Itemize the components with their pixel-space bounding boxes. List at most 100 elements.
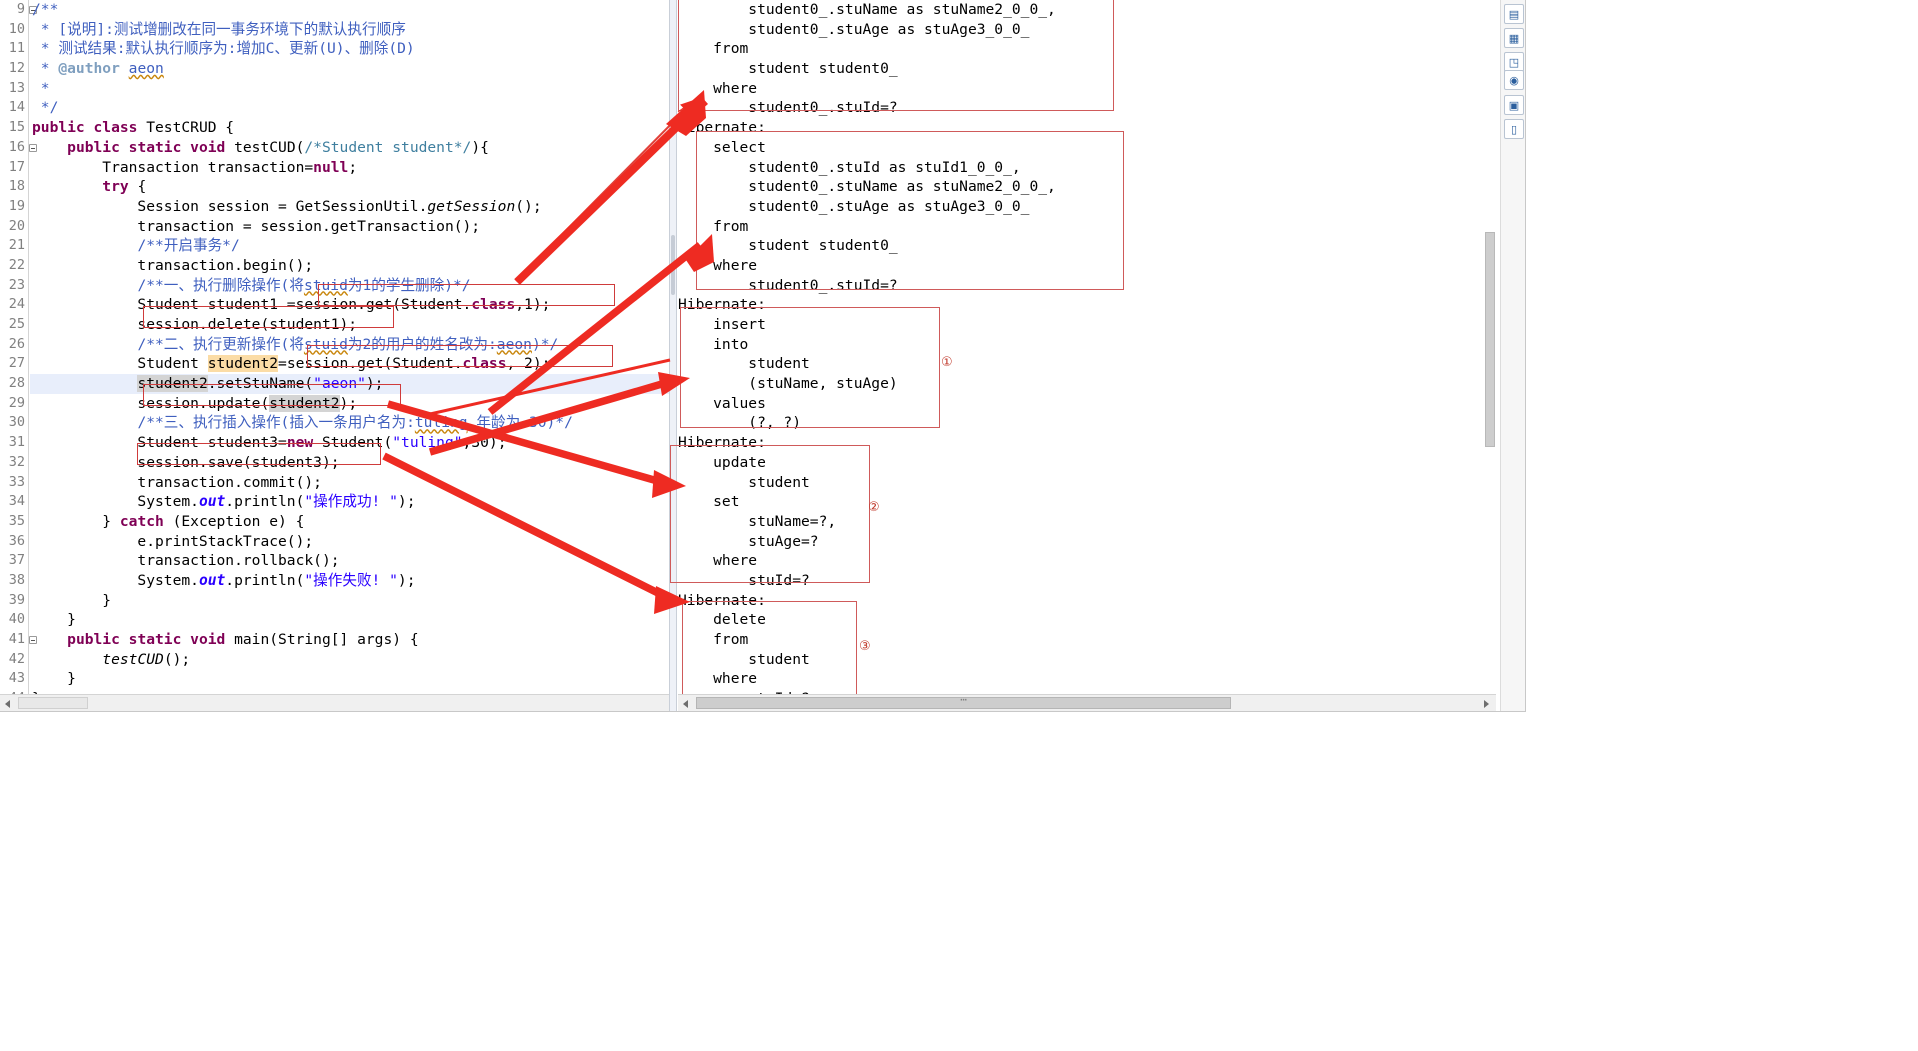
line-number: 11 <box>8 40 25 57</box>
code-line[interactable]: Student student2=session.get(Student.cla… <box>30 354 669 374</box>
console-line: from <box>678 40 749 58</box>
code-line[interactable]: session.update(student2); <box>30 394 669 414</box>
line-number: 36 <box>8 532 25 549</box>
console-line: student0_.stuId=? <box>678 99 898 117</box>
editor-horizontal-scrollbar[interactable] <box>0 694 669 711</box>
code-line[interactable]: transaction.commit(); <box>30 473 669 493</box>
tasklist-icon[interactable]: ▯ <box>1504 119 1524 139</box>
line-number: 42 <box>8 650 25 667</box>
code-line[interactable]: System.out.println("操作成功! "); <box>30 492 669 512</box>
code-line[interactable]: try { <box>30 177 669 197</box>
console-hibernate-header: Hibernate: <box>678 591 766 609</box>
code-line[interactable]: Session session = GetSessionUtil.getSess… <box>30 197 669 217</box>
code-line[interactable]: transaction.rollback(); <box>30 551 669 571</box>
hibernate-console-output[interactable]: student0_.stuName as stuName2_0_0_, stud… <box>678 0 1496 712</box>
perspective-glyph: ▤ <box>1508 7 1520 21</box>
console-vscroll-thumb[interactable] <box>1485 232 1495 447</box>
outline-icon[interactable]: ▦ <box>1504 28 1524 48</box>
console-line: student0_.stuId as stuId1_0_0_, <box>678 158 1021 176</box>
console-line: student <box>678 473 810 491</box>
code-line[interactable]: } <box>30 610 669 630</box>
console-line: student student0_ <box>678 60 898 78</box>
code-line[interactable]: session.save(student3); <box>30 453 669 473</box>
code-line[interactable]: /**二、执行更新操作(将stuid为2的用户的姓名改为:aeon)*/ <box>30 335 669 355</box>
console-line: where <box>678 552 758 570</box>
console-line: insert <box>678 316 766 333</box>
console-scroll-right-button[interactable] <box>1479 695 1496 711</box>
code-line[interactable]: */ <box>30 98 669 118</box>
code-line[interactable]: /**一、执行删除操作(将stuid为1的学生删除)*/ <box>30 276 669 296</box>
properties-glyph: ◉ <box>1509 73 1519 87</box>
console-line: stuName=?, <box>678 512 837 530</box>
line-number: 9 <box>0 0 37 20</box>
editor-scrollbar-thumb[interactable] <box>18 697 88 709</box>
code-line[interactable]: Student student1 =session.get(Student.cl… <box>30 295 669 315</box>
code-line[interactable]: testCUD(); <box>30 650 669 670</box>
line-number: 39 <box>8 591 25 608</box>
line-number: 22 <box>8 256 25 273</box>
line-number: 10 <box>8 20 25 37</box>
code-line[interactable]: e.printStackTrace(); <box>30 532 669 552</box>
code-line[interactable]: transaction = session.getTransaction(); <box>30 217 669 237</box>
code-line[interactable]: * @author aeon <box>30 59 669 79</box>
console-horizontal-scrollbar[interactable] <box>678 694 1496 711</box>
code-line[interactable]: student2.setStuName("aeon"); <box>30 374 669 394</box>
line-number: 17 <box>8 158 25 175</box>
line-number: 32 <box>8 453 25 470</box>
line-number: 30 <box>8 414 25 431</box>
code-line[interactable]: Transaction transaction=null; <box>30 158 669 178</box>
snippets-icon[interactable]: ◳ <box>1504 52 1524 72</box>
console-line: from <box>678 217 749 235</box>
code-line[interactable]: } <box>30 591 669 611</box>
line-number: 21 <box>8 237 25 254</box>
left-arrow-icon <box>5 700 10 708</box>
code-line[interactable]: * [说明]:测试增删改在同一事务环境下的默认执行顺序 <box>30 20 669 40</box>
console-scroll-left-button[interactable] <box>678 695 695 711</box>
console-hibernate-header: Hibernate: <box>678 296 766 314</box>
console-hscroll-thumb[interactable] <box>696 697 1231 709</box>
right-view-icon-strip[interactable]: ▤ ▦ ◳ ◉ ▣ ▯ <box>1500 0 1526 712</box>
line-number: 26 <box>8 335 25 352</box>
code-line[interactable]: public static void testCUD(/*Student stu… <box>30 138 669 158</box>
line-number: 20 <box>8 217 25 234</box>
code-line[interactable]: public class TestCRUD { <box>30 118 669 138</box>
code-line[interactable]: } catch (Exception e) { <box>30 512 669 532</box>
line-number: 28 <box>8 375 25 392</box>
properties-icon[interactable]: ◉ <box>1504 70 1524 90</box>
splitter-grip[interactable] <box>671 235 675 295</box>
line-number: 31 <box>8 434 25 451</box>
code-line[interactable]: session.delete(student1); <box>30 315 669 335</box>
line-number: 29 <box>8 394 25 411</box>
line-number: 37 <box>8 552 25 569</box>
console-line: stuAge=? <box>678 532 819 550</box>
tasklist-glyph: ▯ <box>1510 122 1518 136</box>
marker-insert: ① <box>941 355 953 370</box>
outline-glyph: ▦ <box>1508 31 1520 45</box>
code-line[interactable]: /** <box>30 0 669 20</box>
right-arrow-icon <box>1484 700 1489 708</box>
console-line: where <box>678 670 758 688</box>
code-line[interactable]: * <box>30 79 669 99</box>
line-number: 38 <box>8 571 25 588</box>
editor-console-splitter[interactable] <box>669 0 677 712</box>
perspective-icon[interactable]: ▤ <box>1504 4 1524 24</box>
console-line: (?, ?) <box>678 414 802 432</box>
code-text-area[interactable]: /** * [说明]:测试增删改在同一事务环境下的默认执行顺序 * 测试结果:默… <box>30 0 669 712</box>
console-line: delete <box>678 611 766 629</box>
line-number: 16 <box>0 138 37 158</box>
console-vertical-scrollbar[interactable] <box>1484 0 1497 694</box>
code-line[interactable]: public static void main(String[] args) { <box>30 630 669 650</box>
console-icon[interactable]: ▣ <box>1504 95 1524 115</box>
console-line: where <box>678 256 758 274</box>
console-line: student student0_ <box>678 237 898 255</box>
code-line[interactable]: /**三、执行插入操作(插入一条用户名为:tuling,年龄为 30)*/ <box>30 413 669 433</box>
line-number: 18 <box>8 178 25 195</box>
code-line[interactable]: System.out.println("操作失败! "); <box>30 571 669 591</box>
java-code-editor[interactable]: 9 10 11 12 13 14 15 16 17 18 19 20 21 22… <box>0 0 669 712</box>
console-line: (stuName, stuAge) <box>678 375 898 393</box>
code-line[interactable]: Student student3=new Student("tuling",30… <box>30 433 669 453</box>
code-line[interactable]: transaction.begin(); <box>30 256 669 276</box>
code-line[interactable]: /**开启事务*/ <box>30 236 669 256</box>
code-line[interactable]: * 测试结果:默认执行顺序为:增加C、更新(U)、删除(D) <box>30 39 669 59</box>
code-line[interactable]: } <box>30 669 669 689</box>
